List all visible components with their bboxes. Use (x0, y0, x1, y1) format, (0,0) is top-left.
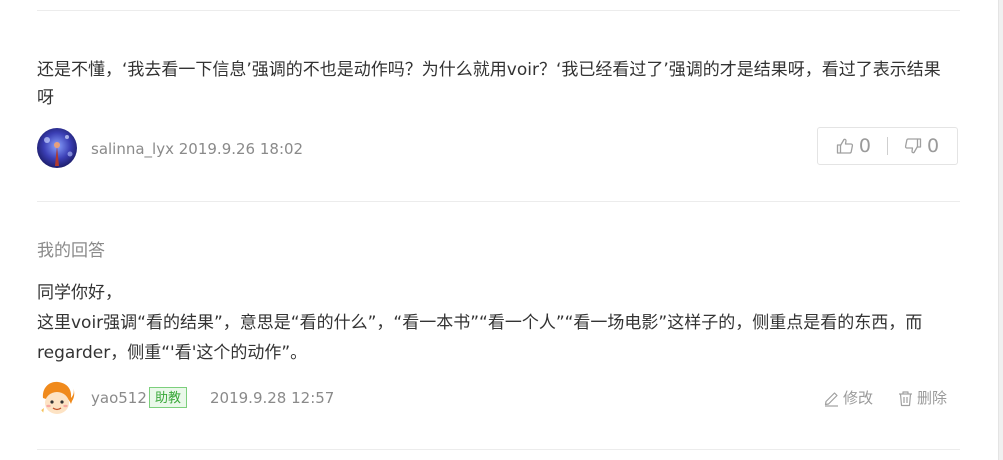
timestamp: 2019.9.28 12:57 (210, 389, 335, 407)
username[interactable]: salinna_lyx (91, 140, 174, 158)
avatar-image (37, 128, 77, 168)
username[interactable]: yao512 (91, 389, 147, 407)
avatar[interactable] (37, 378, 77, 418)
answer-text: 同学你好， 这里voir强调“看的结果”，意思是“看的什么”，“看一本书”“看一… (37, 278, 957, 368)
role-badge: 助教 (149, 387, 188, 408)
pencil-icon (823, 390, 840, 407)
delete-button[interactable]: 删除 (897, 388, 947, 408)
dislike-button[interactable]: 0 (904, 135, 939, 157)
edit-button[interactable]: 修改 (823, 388, 873, 408)
vote-box: 0 0 (817, 127, 958, 165)
avatar[interactable] (37, 128, 77, 168)
comment-thread: 还是不懂，‘我去看一下信息’强调的不也是动作吗？为什么就用voir？‘我已经看过… (0, 0, 1003, 460)
divider (37, 10, 960, 11)
edit-label: 修改 (843, 389, 874, 407)
like-count: 0 (858, 135, 871, 157)
like-button[interactable]: 0 (836, 135, 871, 157)
section-title: 我的回答 (37, 241, 105, 261)
vote-separator (887, 137, 888, 155)
divider (37, 449, 960, 450)
thumbs-down-icon (904, 137, 922, 155)
divider (37, 201, 960, 202)
answer-greeting: 同学你好， (37, 283, 122, 303)
trash-icon (897, 390, 914, 407)
comment-text: 还是不懂，‘我去看一下信息’强调的不也是动作吗？为什么就用voir？‘我已经看过… (37, 60, 941, 108)
scrollbar[interactable] (998, 0, 1003, 460)
avatar-image (37, 378, 77, 418)
answer-body: 这里voir强调“看的结果”，意思是“看的什么”，“看一本书”“看一个人”“看一… (37, 313, 923, 363)
timestamp: 2019.9.26 18:02 (178, 140, 304, 158)
dislike-count: 0 (927, 135, 940, 157)
thumbs-up-icon (836, 137, 854, 155)
delete-label: 删除 (917, 389, 948, 407)
